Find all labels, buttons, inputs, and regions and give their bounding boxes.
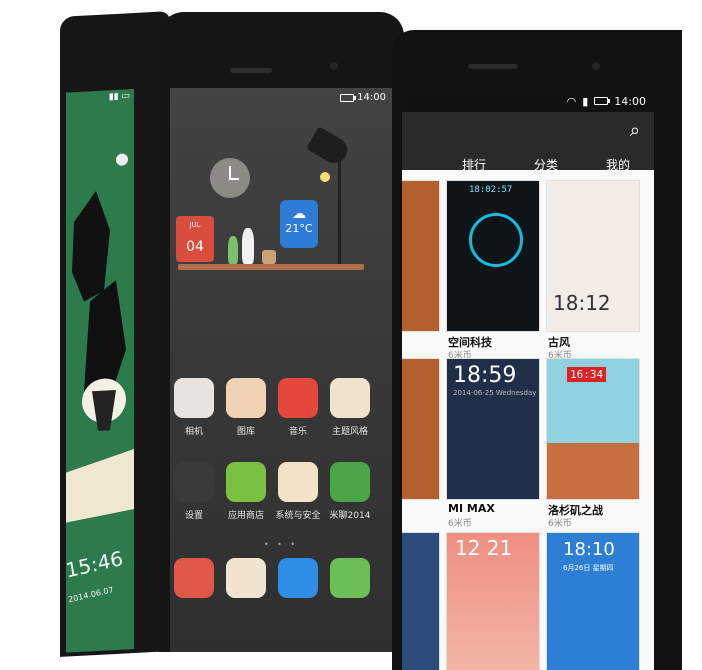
theme-preview-clock: 16:34 [567,367,607,382]
app-label-gallery: 图库 [236,427,255,437]
message-app-icon[interactable] [330,558,370,598]
cloud-icon: ☁ [292,206,306,222]
battery-icon [594,97,611,105]
earpiece [230,68,272,73]
clock-minute-hand [229,178,239,180]
lamp-pole [338,150,341,264]
status-bar: 14:00 [340,92,386,103]
lamp-icon [306,126,352,168]
left-phone: ▮▮ ▭ 15:46 2014.06.07 [60,11,170,657]
theme-price: 6米币 [448,519,472,529]
calendar-month: JUL [189,221,201,229]
earpiece [468,64,518,69]
status-time: 14:00 [357,92,386,103]
ground [547,443,639,499]
chat-app-icon[interactable] [330,462,370,502]
settings-app-icon[interactable] [174,462,214,502]
gallery-app-icon[interactable] [226,378,266,418]
theme-preview-date: 2014-06-25 Wednesday [453,389,537,397]
front-camera [330,62,338,70]
theme-card-la-battle[interactable]: 16:34 [546,358,640,500]
app-label-chat: 米聊2014 [329,511,371,521]
theme-preview-clock: 12 21 [455,536,513,560]
bunny-figure [242,228,254,264]
store-header: ⌕ 排行 分类 我的 [402,112,654,173]
theme-card-pink[interactable]: 12 21 [446,532,540,670]
weather-widget[interactable]: ☁ 21°C [280,200,318,248]
theme-preview-clock: 18:12 [553,291,611,315]
clock-widget[interactable] [210,158,250,198]
tab-ranking[interactable]: 排行 [438,156,510,173]
phone-app-icon[interactable] [174,558,214,598]
theme-card-partial[interactable] [402,532,440,670]
app-label-camera: 相机 [184,427,203,437]
theme-name: MI MAX [448,502,495,515]
store-tabs: 排行 分类 我的 [402,156,654,173]
tab-category[interactable]: 分类 [510,156,582,173]
theme-card-space-tech[interactable]: 18:02:57 [446,180,540,332]
security-app-icon[interactable] [278,462,318,502]
search-icon[interactable]: ⌕ [630,120,640,141]
calendar-day: 04 [186,239,204,255]
theme-preview-clock: 18:02:57 [469,185,513,195]
theme-app-icon[interactable] [330,378,370,418]
front-camera [592,62,600,70]
home-screen: 14:00 JUL 04 ☁ 21°C 相机 图库 音乐 主题风格 设置 应用商… [170,88,392,652]
theme-card-mi-max[interactable]: 18:59 2014-06-25 Wednesday [446,358,540,500]
tech-ring [469,213,523,267]
box-figure [262,250,276,264]
app-store-icon[interactable] [226,462,266,502]
app-label-settings: 设置 [184,511,203,521]
app-label-music: 音乐 [288,427,307,437]
weather-temp: 21°C [285,222,313,235]
status-bar: ◠ ▮ 14:00 [402,90,654,112]
theme-preview-clock: 18:10 [563,539,615,560]
bunny-figure [228,236,238,264]
page-indicator: • • • [263,540,299,549]
widget-shelf [178,264,364,270]
browser-app-icon[interactable] [278,558,318,598]
lamp-light [320,172,330,182]
wifi-icon: ◠ [566,94,577,108]
notes-app-icon[interactable] [226,558,266,598]
theme-preview-date: 6月26日 星期四 [563,564,614,572]
middle-phone: 14:00 JUL 04 ☁ 21°C 相机 图库 音乐 主题风格 设置 应用商… [158,12,406,652]
theme-card-blue[interactable]: 18:10 6月26日 星期四 [546,532,640,670]
theme-card-gufeng[interactable]: 18:12 [546,180,640,332]
theme-store-screen: ◠ ▮ 14:00 ⌕ 排行 分类 我的 18:02:57 18:12 空间科技… [402,90,654,670]
status-time: 14:00 [614,94,646,108]
app-label-security: 系统与安全 [275,511,321,521]
left-lock-screen: ▮▮ ▭ 15:46 2014.06.07 [66,89,134,653]
theme-preview-clock: 18:59 [453,363,517,388]
battery-icon [340,93,357,102]
app-label-store: 应用商店 [227,511,264,521]
right-phone: ◠ ▮ 14:00 ⌕ 排行 分类 我的 18:02:57 18:12 空间科技… [392,30,682,670]
theme-card-partial[interactable] [402,358,440,500]
theme-card-partial[interactable] [402,180,440,332]
theme-price: 6米币 [548,519,572,529]
app-label-theme: 主题风格 [331,427,368,437]
signal-icon: ▮ [582,94,589,108]
camera-app-icon[interactable] [174,378,214,418]
tab-mine[interactable]: 我的 [582,156,654,173]
music-app-icon[interactable] [278,378,318,418]
calendar-widget[interactable]: JUL 04 [176,216,214,262]
